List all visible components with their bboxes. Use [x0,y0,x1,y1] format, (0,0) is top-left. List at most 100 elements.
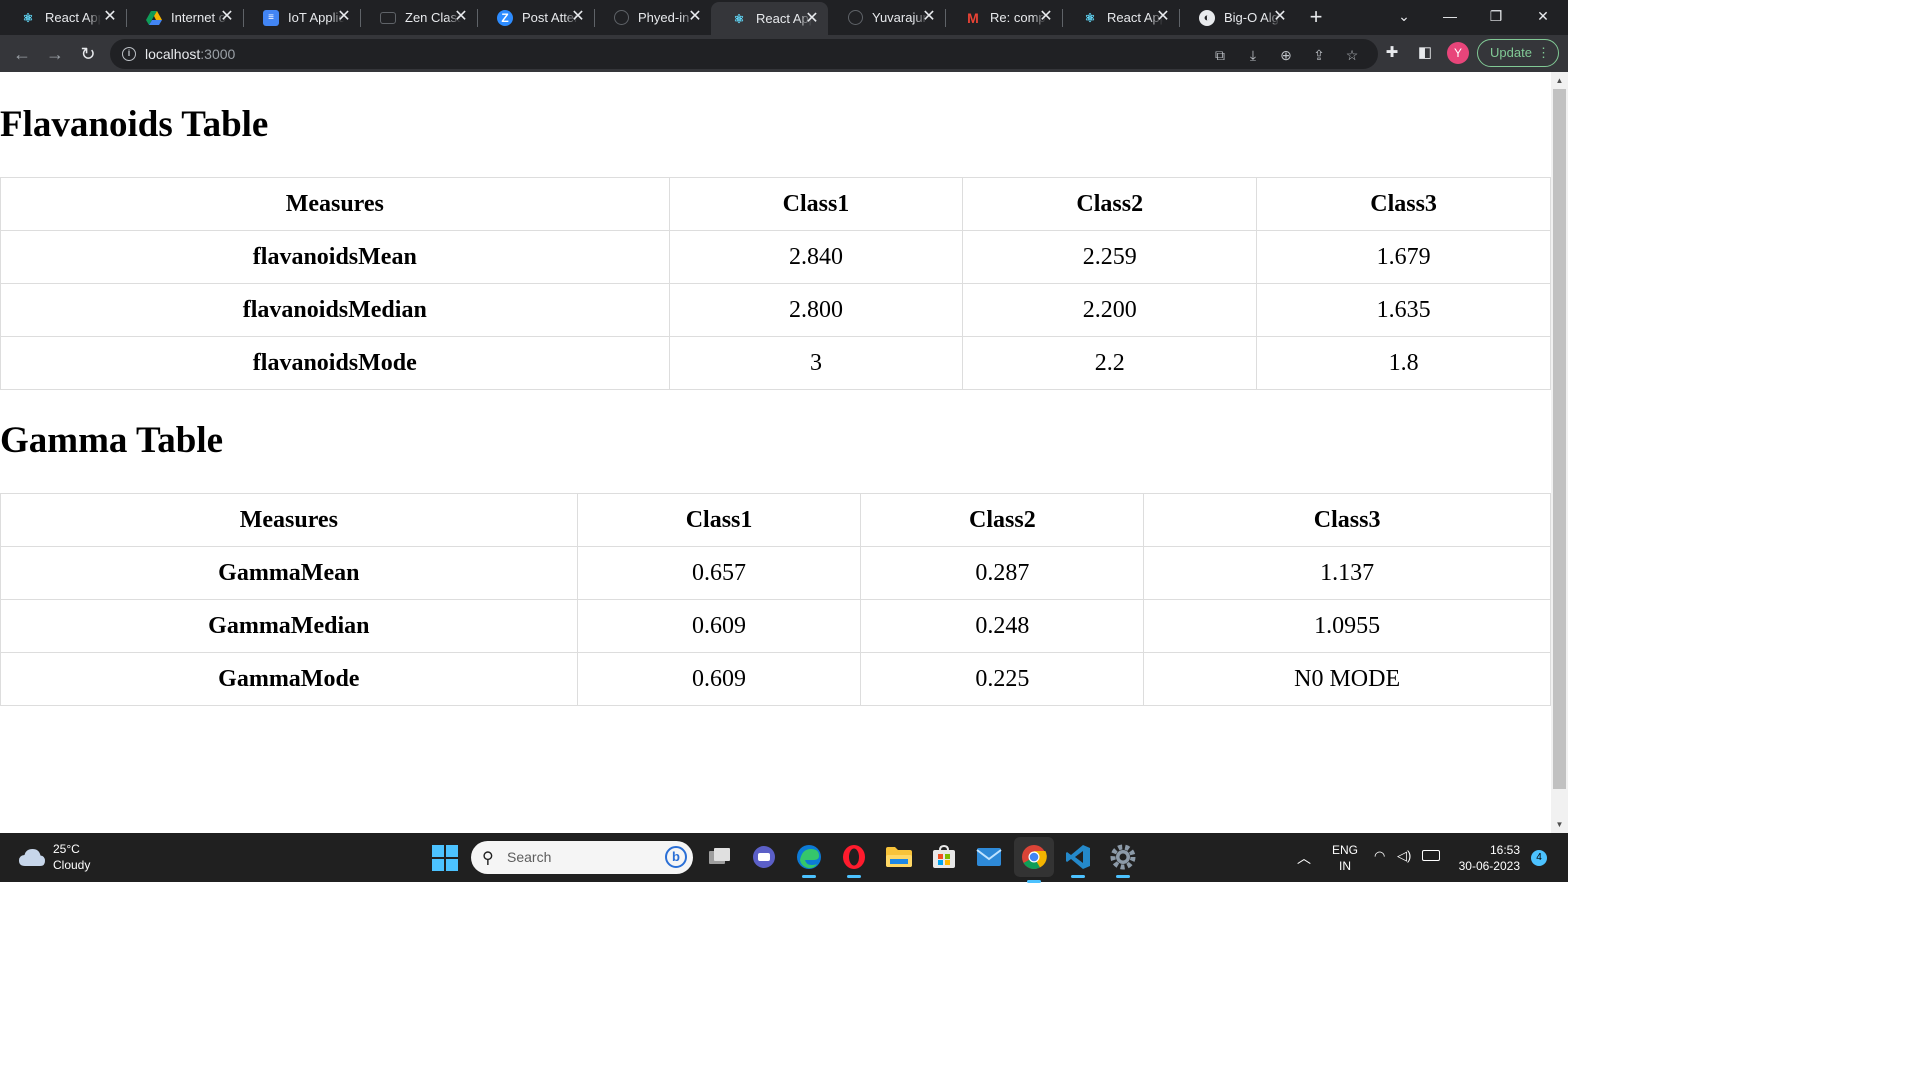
table-row: flavanoidsMedian 2.800 2.200 1.635 [0,283,1551,337]
edge-icon[interactable] [794,842,824,878]
microsoft-store-icon[interactable] [929,842,959,872]
page-content: Flavanoids Table Measures Class1 Class2 … [0,72,1551,833]
reload-icon[interactable]: ↻ [75,41,101,67]
language-indicator[interactable]: ENG IN [1332,842,1358,891]
tab-internet-of-things[interactable]: Internet of Things ✕ [126,0,243,35]
table-cell: 1.8 [1256,336,1551,390]
settings-icon[interactable] [1108,842,1138,878]
table-cell: 2.2 [962,336,1258,390]
scrollbar-thumb[interactable] [1553,89,1566,789]
close-icon[interactable]: ✕ [687,9,703,25]
share-icon[interactable]: ⇪ [1310,46,1328,64]
table-cell: 0.287 [860,546,1145,600]
file-explorer-icon[interactable] [884,842,914,872]
running-indicator [1071,875,1085,878]
close-icon[interactable]: ✕ [453,9,469,25]
zoom-icon[interactable]: ⊕ [1277,46,1295,64]
close-icon[interactable]: ✕ [570,9,586,25]
scroll-up-icon[interactable]: ▲ [1551,72,1568,89]
table-row: GammaMode 0.609 0.225 N0 MODE [0,652,1551,706]
restore-icon[interactable]: ❐ [1473,0,1519,32]
tab-react-app-1[interactable]: ⚛ React App ✕ [0,0,126,35]
table-cell: 0.225 [860,652,1145,706]
close-icon[interactable]: ✕ [1155,9,1171,25]
opera-icon[interactable] [839,842,869,878]
close-icon[interactable]: ✕ [336,9,352,25]
table-row: GammaMean 0.657 0.287 1.137 [0,546,1551,600]
table-cell: 1.0955 [1143,599,1551,653]
profile-avatar[interactable]: Y [1447,42,1469,64]
mail-icon[interactable] [974,842,1004,872]
update-label: Update [1490,45,1532,60]
notification-badge[interactable]: 4 [1531,850,1547,866]
tab-react-app-2[interactable]: ⚛ React App ✕ [1062,0,1179,35]
new-tab-button[interactable]: + [1304,4,1328,30]
show-hidden-icons-chevron-icon[interactable]: ︿ [1297,848,1311,897]
tab-iot-application[interactable]: ≡ IoT Application ✕ [243,0,360,35]
column-header: Class1 [668,177,964,231]
tab-post-attendance[interactable]: Z Post Attendance ✕ [477,0,594,35]
wifi-icon[interactable]: ◠ [1374,848,1385,897]
bookmark-star-icon[interactable]: ☆ [1343,46,1361,64]
column-header: Measures [0,177,670,231]
close-icon[interactable]: ✕ [921,9,937,25]
search-icon: ⚲ [482,850,494,867]
globe-icon: ◐ [1199,9,1215,26]
github-icon [848,10,863,25]
tab-big-o[interactable]: ◐ Big-O Algorithm ✕ [1179,0,1296,35]
github-icon [614,10,629,25]
window-close-icon[interactable]: ✕ [1520,0,1566,32]
column-header: Class2 [860,493,1145,547]
side-panel-icon[interactable]: ◧ [1416,44,1434,62]
running-indicator [1116,875,1130,878]
tab-react-app-active[interactable]: ⚛ React App ✕ [711,2,828,35]
table-header-row: Measures Class1 Class2 Class3 [0,493,1551,547]
volume-icon[interactable]: ◁) [1397,848,1411,897]
vscode-icon[interactable] [1063,842,1093,878]
teams-chat-icon[interactable] [749,842,779,872]
forward-arrow-icon[interactable]: → [42,41,68,67]
scroll-down-icon[interactable]: ▼ [1551,816,1568,833]
chrome-icon[interactable] [1014,837,1054,883]
measure-name: flavanoidsMode [0,336,670,390]
weather-temperature: 25°C [53,842,80,856]
tab-search-chevron-icon[interactable]: ⌄ [1381,0,1427,32]
tab-gmail[interactable]: M Re: comp ✕ [945,0,1062,35]
page-scrollbar[interactable]: ▲ ▼ [1551,72,1568,833]
update-button[interactable]: Update ⋮ [1477,39,1559,67]
install-app-icon[interactable]: ⤓ [1244,46,1262,64]
close-icon[interactable]: ✕ [804,11,820,27]
table-cell: 0.609 [576,599,862,653]
tab-yuvarajur[interactable]: Yuvarajur ✕ [828,0,945,35]
table-cell: 2.800 [668,283,964,337]
system-clock[interactable]: 16:53 30-06-2023 [1452,842,1520,874]
back-arrow-icon[interactable]: ← [9,41,35,67]
bing-icon[interactable]: b [665,846,687,868]
task-view-icon[interactable] [705,842,735,872]
open-in-new-icon[interactable]: ⧉ [1211,46,1229,64]
close-icon[interactable]: ✕ [1038,9,1054,25]
extensions-puzzle-icon[interactable]: ✚ [1383,44,1401,62]
react-icon: ⚛ [22,10,34,25]
battery-icon[interactable] [1422,850,1440,861]
flavanoids-table: Measures Class1 Class2 Class3 flavanoids… [0,177,1551,390]
close-icon[interactable]: ✕ [219,9,235,25]
column-header: Class2 [962,177,1258,231]
close-icon[interactable]: ✕ [1272,9,1288,25]
tab-phyed-in[interactable]: Phyed-in ✕ [594,0,711,35]
taskbar-search[interactable]: ⚲ Search b [471,841,693,874]
close-icon[interactable]: ✕ [102,9,118,25]
windows-start-icon[interactable] [432,845,458,871]
tab-zen-class[interactable]: Zen Class ✕ [360,0,477,35]
table-cell: 0.248 [860,599,1145,653]
table-row: flavanoidsMode 3 2.2 1.8 [0,336,1551,390]
address-bar[interactable]: i localhost:3000 ⧉ ⤓ ⊕ ⇪ ☆ [110,39,1378,69]
column-header: Class3 [1143,493,1551,547]
more-menu-icon[interactable]: ⋮ [1537,40,1550,66]
site-info-icon[interactable]: i [122,47,136,61]
minimize-icon[interactable]: — [1427,0,1473,32]
url-port: :3000 [200,46,236,62]
gmail-icon: M [967,9,979,26]
browser-toolbar: ← → ↻ i localhost:3000 ⧉ ⤓ ⊕ ⇪ ☆ ✚ ◧ Y U… [0,35,1568,72]
tab-label: React App [45,10,101,25]
